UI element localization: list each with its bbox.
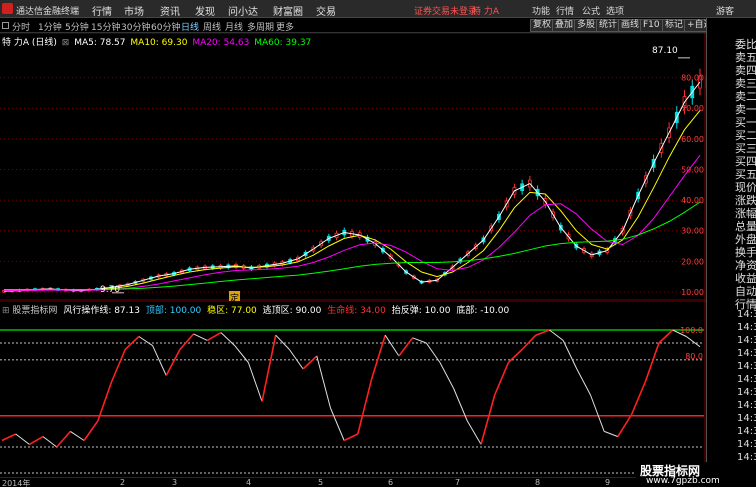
period-30min[interactable]: 30分钟 [121, 20, 150, 33]
overlay-button[interactable]: 叠加 [552, 19, 577, 32]
tick-time: 14:35 [737, 413, 756, 424]
tick-time: 14:35 [737, 335, 756, 346]
x-label-7: 7 [455, 478, 461, 487]
period-5min[interactable]: 5分钟 [65, 20, 89, 33]
oscillator-chart[interactable]: 100.0 80.0 ⊞ 股票指标网 风行操作线: 87.13 顶部: 100.0… [0, 300, 706, 477]
ma5-label: MA5: 78.57 [74, 38, 126, 48]
tick-time: 14:35 [737, 361, 756, 372]
period-daily[interactable]: 日线 [181, 20, 199, 33]
draw-line-button[interactable]: 画线 [618, 19, 643, 32]
period-15min[interactable]: 15分钟 [91, 20, 120, 33]
ma10-label: MA10: 69.30 [130, 38, 188, 48]
login-status[interactable]: 证券交易未登录 [414, 4, 477, 17]
menu-item-market[interactable]: 行情 [92, 3, 112, 18]
kline-svg: 80.00 70.00 60.00 50.00 40.00 30.00 20.00 10.00 [0, 32, 710, 301]
period-checkbox[interactable] [2, 22, 9, 29]
osc-tick-label: 100.0 [680, 326, 703, 335]
top-level-label: 顶部: 100.00 [145, 306, 202, 316]
x-label-4: 4 [246, 478, 252, 487]
statistics-button[interactable]: 统计 [596, 19, 621, 32]
life-line-label: 生命线: 34.00 [327, 306, 386, 316]
period-60min[interactable]: 60分钟 [151, 20, 180, 33]
current-stock: 特 力A [472, 7, 500, 17]
kline-chart[interactable]: 80.00 70.00 60.00 50.00 40.00 30.00 20.00 10.00… [0, 32, 710, 304]
menu-options[interactable]: 选项 [606, 4, 624, 17]
rebound-label: 抬反弹: 10.00 [391, 306, 451, 316]
tick-time: 14:34 [737, 309, 756, 320]
x-label-2: 2 [120, 478, 126, 487]
adjust-button[interactable]: 复权 [530, 19, 555, 32]
bottom-label: 底部: -10.00 [456, 306, 510, 316]
tick-time: 14:35 [737, 400, 756, 411]
x-label-3: 3 [172, 478, 178, 487]
x-label-year: 2014年 [2, 479, 31, 487]
tick-time: 14:35 [737, 439, 756, 450]
menu-item-wealth[interactable]: 财富圈 [273, 3, 303, 18]
price-tick-label: 60.00 [681, 135, 704, 144]
menu-item-news[interactable]: 资讯 [160, 3, 180, 18]
price-tick-label: 80.00 [681, 74, 704, 83]
menu-function[interactable]: 功能 [532, 4, 550, 17]
indicator-source: 股票指标网 [12, 306, 58, 316]
tick-time: 14:35 [737, 387, 756, 398]
period-monthly[interactable]: 月线 [225, 20, 243, 33]
oscillator-svg: 100.0 80.0 [0, 300, 706, 477]
menu-bar: 通达信金融终端 行情 市场 资讯 发现 问小达 财富圈 交易 证券交易未登录 特… [0, 0, 756, 18]
osc-tick-label: 80.0 [685, 352, 703, 361]
price-tick-label: 30.00 [681, 227, 704, 236]
kline-legend: 特 力A (日线) ⊠ MA5: 78.57 MA10: 69.30 MA20:… [2, 35, 311, 48]
stock-name: 特 力A (日线) [2, 38, 57, 48]
chart-toolbar: 复权 叠加 多股 统计 画线 F10 标记 +自选 [530, 18, 716, 33]
period-more[interactable]: 更多 [276, 20, 294, 33]
high-price-label: 87.10 [652, 46, 678, 56]
multi-stock-button[interactable]: 多股 [574, 19, 599, 32]
menu-quote[interactable]: 行情 [556, 4, 574, 17]
menu-item-trade[interactable]: 交易 [316, 3, 336, 18]
price-tick-label: 50.00 [681, 165, 704, 174]
menu-formula[interactable]: 公式 [582, 4, 600, 17]
app-logo-icon [2, 3, 13, 14]
period-weekly[interactable]: 周线 [203, 20, 221, 33]
period-1min[interactable]: 1分钟 [38, 20, 62, 33]
watermark-url: www.7gpzb.com [646, 476, 720, 486]
ma20-label: MA20: 54.63 [192, 38, 250, 48]
x-label-6: 6 [388, 478, 394, 487]
price-tick-label: 20.00 [681, 257, 704, 266]
menu-item-ask[interactable]: 问小达 [228, 3, 258, 18]
mark-button[interactable]: 标记 [662, 19, 687, 32]
legend-close-icon[interactable]: ⊠ [62, 38, 70, 48]
date-axis: 2014年 2 3 4 5 6 7 8 9 [0, 477, 706, 487]
ma60-label: MA60: 39.37 [254, 38, 312, 48]
tick-time: 14:35 [737, 322, 756, 333]
x-label-9: 9 [605, 478, 611, 487]
menu-item-discover[interactable]: 发现 [195, 3, 215, 18]
period-intraday[interactable]: 分时 [12, 20, 30, 33]
quote-panel: 委比 卖五 卖四 卖三 卖二 卖一 买一 买二 买三 买四 买五 现价 涨跌 涨幅 总量 外盘 换手 净资 收益 自动… [706, 18, 756, 487]
tick-time: 14:35 [737, 348, 756, 359]
user-name[interactable]: 游客 [716, 4, 734, 17]
watermark: 股票指标网 www.7gpzb.com [636, 462, 756, 487]
tick-time: 14:35 [737, 374, 756, 385]
price-tick-label: 40.00 [681, 196, 704, 205]
period-multi[interactable]: 多周期 [247, 20, 274, 33]
price-tick-label: 70.00 [681, 104, 704, 113]
x-label-5: 5 [318, 478, 324, 487]
indicator-value: 风行操作线: 87.13 [63, 306, 140, 316]
escape-zone-label: 逃顶区: 90.00 [262, 306, 322, 316]
indicator-icon[interactable]: ⊞ [2, 306, 10, 316]
stable-zone-label: 稳区: 77.00 [207, 306, 257, 316]
f10-button[interactable]: F10 [640, 19, 663, 32]
app-title: 通达信金融终端 [16, 7, 80, 17]
tick-time: 14:35 [737, 426, 756, 437]
oscillator-legend: ⊞ 股票指标网 风行操作线: 87.13 顶部: 100.00 稳区: 77.0… [2, 303, 509, 316]
x-label-8: 8 [535, 478, 541, 487]
menu-item-board[interactable]: 市场 [124, 3, 144, 18]
low-price-label: 9.70 [100, 285, 121, 295]
price-tick-label: 10.00 [681, 288, 704, 297]
